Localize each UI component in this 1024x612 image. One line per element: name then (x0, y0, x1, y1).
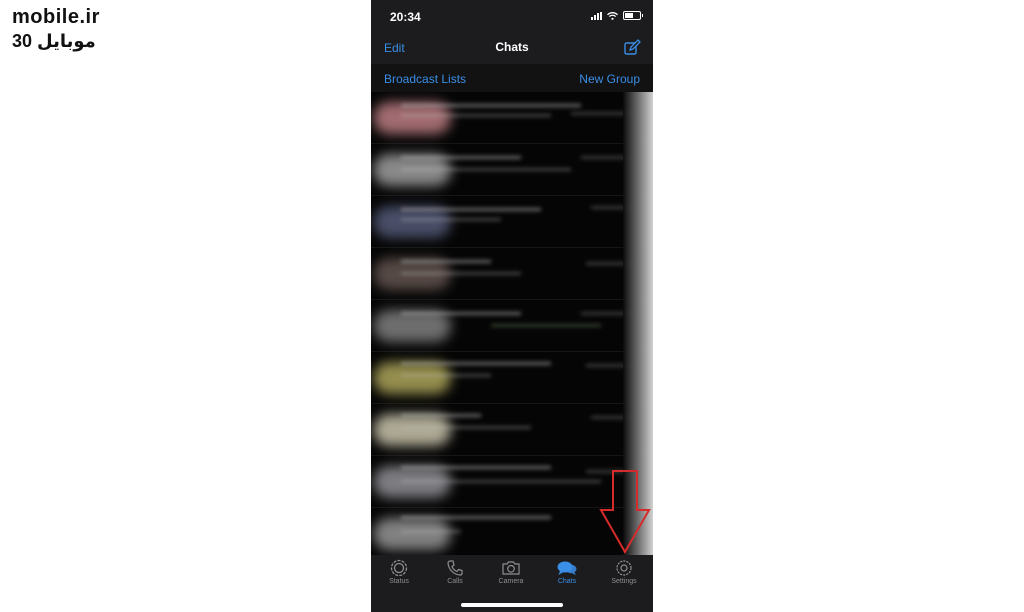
new-group-link[interactable]: New Group (579, 72, 640, 86)
watermark-subtext: موبایل 30 (12, 31, 96, 51)
phone-icon (447, 560, 463, 576)
page-title: Chats (495, 40, 529, 54)
broadcast-lists-link[interactable]: Broadcast Lists (384, 72, 466, 86)
list-item[interactable] (371, 92, 653, 144)
tab-label: Status (389, 578, 409, 585)
list-item[interactable] (371, 196, 653, 248)
status-bar: 20:34 (371, 0, 653, 32)
chat-actions-bar: Broadcast Lists New Group (371, 64, 653, 92)
avatar (373, 414, 451, 446)
list-item[interactable] (371, 352, 653, 404)
tab-camera[interactable]: Camera (483, 559, 539, 585)
tab-settings[interactable]: Settings (596, 559, 652, 585)
gear-icon (616, 560, 632, 576)
avatar (373, 518, 451, 550)
navigation-bar: Edit Chats (371, 32, 653, 64)
chat-bubbles-icon (557, 561, 577, 575)
camera-icon (502, 561, 520, 575)
tab-label: Calls (447, 578, 463, 585)
avatar (373, 362, 451, 394)
compose-icon[interactable] (623, 39, 641, 57)
status-time: 20:34 (390, 10, 421, 24)
tab-label: Chats (557, 578, 577, 585)
tab-label: Settings (611, 578, 637, 585)
watermark-logo: mobile.ir موبایل 30 (12, 6, 100, 52)
annotation-arrow-icon (599, 470, 651, 554)
tab-calls[interactable]: Calls (427, 559, 483, 585)
battery-icon (623, 11, 643, 20)
list-item[interactable] (371, 404, 653, 456)
tab-label: Camera (498, 578, 524, 585)
watermark-text: mobile.ir (12, 6, 100, 28)
status-icons (591, 11, 643, 20)
tab-chats[interactable]: Chats (539, 559, 595, 585)
list-item[interactable] (371, 248, 653, 300)
tab-status[interactable]: Status (371, 559, 427, 585)
list-item[interactable] (371, 144, 653, 196)
wifi-icon (607, 11, 618, 20)
cellular-signal-icon (591, 11, 602, 20)
list-item[interactable] (371, 300, 653, 352)
home-indicator (461, 603, 563, 607)
status-icon (390, 559, 408, 577)
